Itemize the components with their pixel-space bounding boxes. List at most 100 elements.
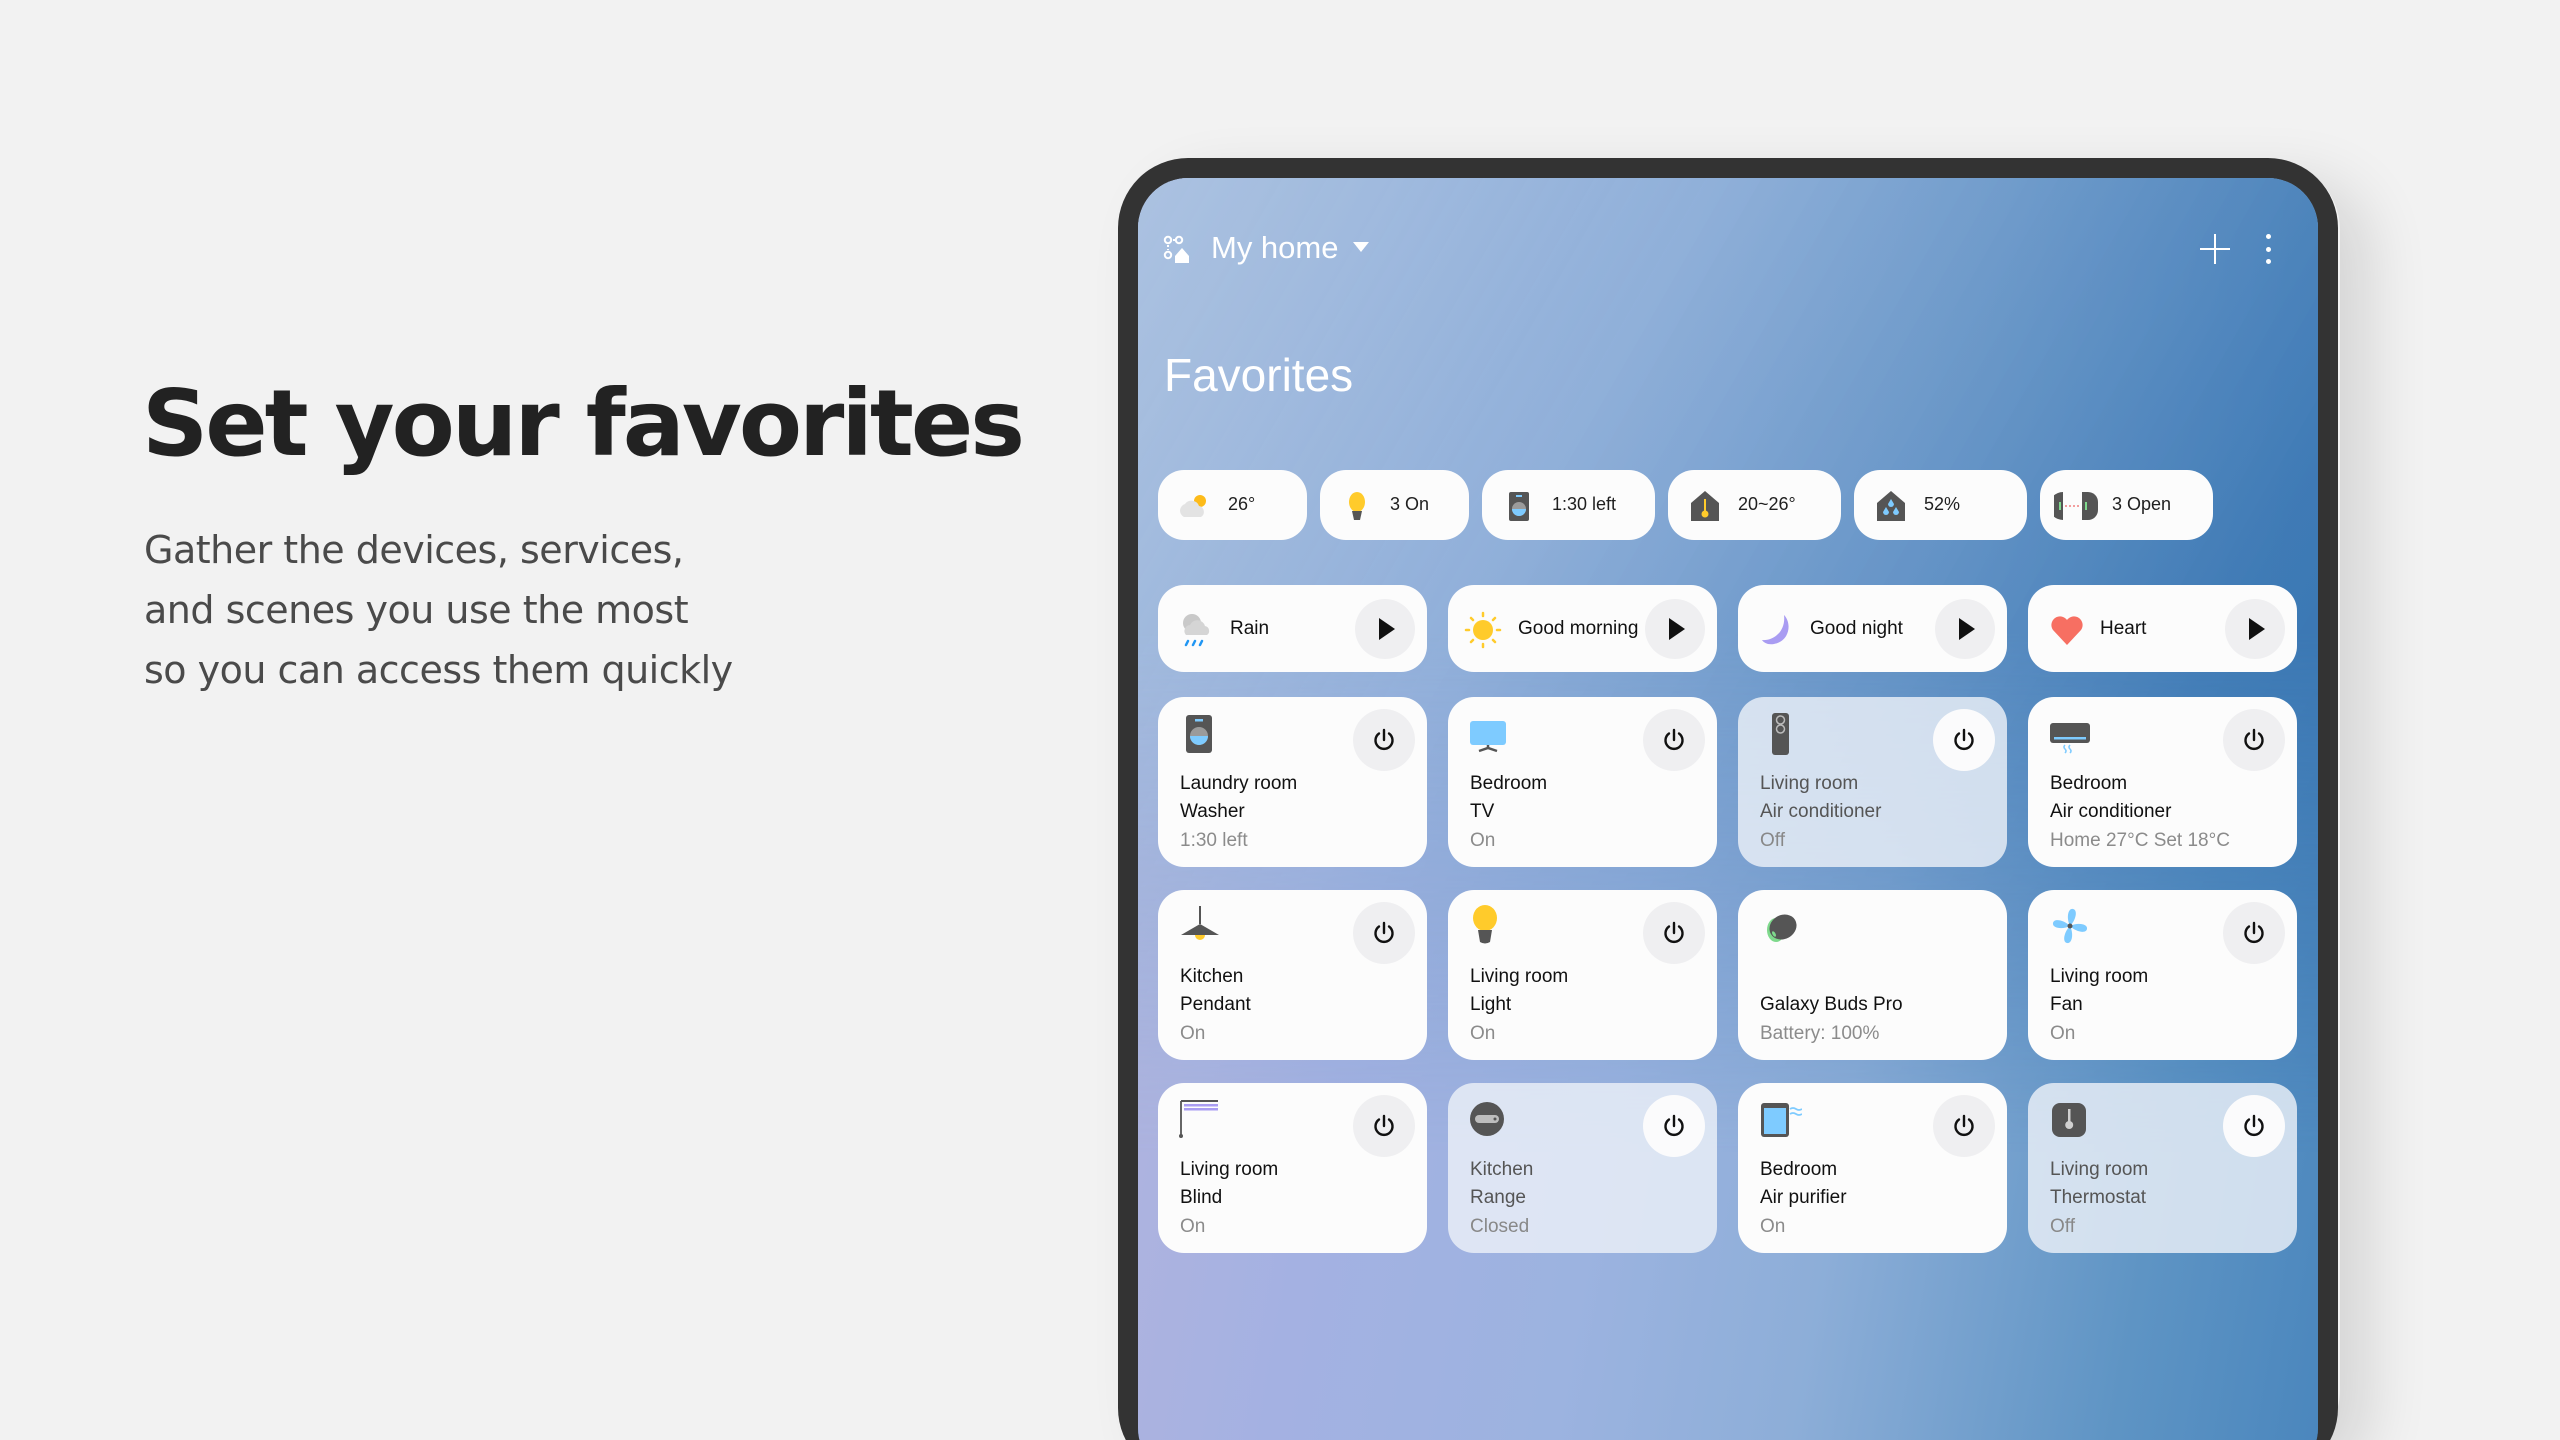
device-card-living-light[interactable]: Living room Light On bbox=[1448, 890, 1717, 1060]
floor-air-conditioner-icon bbox=[1772, 713, 1789, 755]
device-name: Pendant bbox=[1180, 994, 1251, 1015]
thermostat-icon bbox=[2052, 1103, 2086, 1137]
device-card-bedroom-tv[interactable]: Bedroom TV On bbox=[1448, 697, 1717, 867]
power-button[interactable] bbox=[1353, 902, 1415, 964]
device-room: Bedroom bbox=[1760, 1159, 1838, 1180]
power-icon bbox=[1374, 921, 1394, 944]
play-icon[interactable] bbox=[1935, 599, 1995, 659]
device-room: Living room bbox=[2050, 966, 2149, 987]
device-name: Light bbox=[1470, 994, 1512, 1015]
power-button[interactable] bbox=[1933, 709, 1995, 771]
status-chip-washer[interactable]: 1:30 left bbox=[1482, 470, 1655, 540]
power-icon bbox=[1954, 1114, 1974, 1137]
power-button[interactable] bbox=[1353, 1095, 1415, 1157]
power-icon bbox=[1374, 728, 1394, 751]
power-icon bbox=[1664, 728, 1684, 751]
heart-icon bbox=[2051, 616, 2083, 645]
promo-subtitle-line: and scenes you use the most bbox=[144, 588, 689, 632]
status-chip-temperature[interactable]: 20~26° bbox=[1668, 470, 1841, 540]
device-card-kitchen-pendant[interactable]: Kitchen Pendant On bbox=[1158, 890, 1427, 1060]
device-room: Living room bbox=[1180, 1159, 1279, 1180]
range-icon bbox=[1470, 1102, 1504, 1136]
device-card-laundry-washer[interactable]: Laundry room Washer 1:30 left bbox=[1158, 697, 1427, 867]
device-room: Bedroom bbox=[2050, 773, 2128, 794]
device-status: Home 27°C Set 18°C bbox=[2050, 830, 2230, 851]
device-card-bedroom-air-conditioner[interactable]: Bedroom Air conditioner Home 27°C Set 18… bbox=[2028, 697, 2297, 867]
power-icon bbox=[2244, 728, 2264, 751]
status-chip-humidity[interactable]: 52% bbox=[1854, 470, 2027, 540]
device-card-living-fan[interactable]: Living room Fan On bbox=[2028, 890, 2297, 1060]
device-status: On bbox=[1470, 1023, 1496, 1044]
device-name: Range bbox=[1470, 1187, 1526, 1208]
status-chip-label: 3 On bbox=[1390, 494, 1430, 514]
device-name: Air purifier bbox=[1760, 1187, 1847, 1208]
device-name: Air conditioner bbox=[1760, 801, 1882, 822]
device-status: On bbox=[1180, 1023, 1206, 1044]
power-icon bbox=[2244, 921, 2264, 944]
power-icon bbox=[1664, 1114, 1684, 1137]
home-humidity-icon bbox=[1877, 491, 1905, 521]
app-header: My home bbox=[1138, 178, 2318, 318]
scene-card-rain[interactable]: Rain bbox=[1158, 585, 1427, 672]
play-icon[interactable] bbox=[1645, 599, 1705, 659]
fan-icon bbox=[2052, 908, 2088, 944]
power-button[interactable] bbox=[1643, 1095, 1705, 1157]
scene-card-heart[interactable]: Heart bbox=[2028, 585, 2297, 672]
device-card-galaxy-buds[interactable]: Galaxy Buds Pro Battery: 100% bbox=[1738, 890, 2007, 1060]
power-button[interactable] bbox=[1643, 709, 1705, 771]
sun-icon bbox=[1464, 611, 1502, 649]
washer-icon bbox=[1509, 492, 1529, 521]
washer-icon bbox=[1186, 715, 1212, 753]
device-card-living-air-conditioner[interactable]: Living room Air conditioner Off bbox=[1738, 697, 2007, 867]
device-room: Kitchen bbox=[1180, 966, 1244, 987]
tablet-frame: My home Favorites 26° 3 On 1:30 left 20~… bbox=[1118, 158, 2338, 1440]
home-selector[interactable]: My home bbox=[1211, 230, 1338, 266]
plus-icon[interactable] bbox=[2198, 232, 2232, 266]
chevron-down-icon[interactable] bbox=[1353, 242, 1369, 252]
earbuds-icon bbox=[1767, 914, 1797, 942]
power-button[interactable] bbox=[2223, 902, 2285, 964]
status-chip-weather[interactable]: 26° bbox=[1158, 470, 1307, 540]
power-icon bbox=[1664, 921, 1684, 944]
lightbulb-icon bbox=[1349, 492, 1365, 520]
play-icon[interactable] bbox=[1355, 599, 1415, 659]
scene-label: Good night bbox=[1810, 618, 1903, 639]
device-card-living-blind[interactable]: Living room Blind On bbox=[1158, 1083, 1427, 1253]
power-button[interactable] bbox=[2223, 1095, 2285, 1157]
power-button[interactable] bbox=[2223, 709, 2285, 771]
play-icon[interactable] bbox=[2225, 599, 2285, 659]
promo-subtitle-line: so you can access them quickly bbox=[144, 648, 733, 692]
power-button[interactable] bbox=[1933, 1095, 1995, 1157]
device-name: Thermostat bbox=[2050, 1187, 2147, 1208]
scene-label: Good morning bbox=[1518, 618, 1639, 639]
device-room: Living room bbox=[1760, 773, 1859, 794]
more-vertical-icon[interactable] bbox=[2264, 234, 2272, 264]
power-button[interactable] bbox=[1353, 709, 1415, 771]
device-room: Kitchen bbox=[1470, 1159, 1534, 1180]
scene-card-good-morning[interactable]: Good morning bbox=[1448, 585, 1717, 672]
device-room: Living room bbox=[2050, 1159, 2149, 1180]
device-card-living-thermostat[interactable]: Living room Thermostat Off bbox=[2028, 1083, 2297, 1253]
device-name: Fan bbox=[2050, 994, 2083, 1015]
device-name: Air conditioner bbox=[2050, 801, 2172, 822]
blind-icon bbox=[1179, 1100, 1218, 1138]
status-chip-lights[interactable]: 3 On bbox=[1320, 470, 1469, 540]
power-icon bbox=[1374, 1114, 1394, 1137]
status-chip-doors[interactable]: 3 Open bbox=[2040, 470, 2213, 540]
power-button[interactable] bbox=[1643, 902, 1705, 964]
scene-card-good-night[interactable]: Good night bbox=[1738, 585, 2007, 672]
device-name: Galaxy Buds Pro bbox=[1760, 994, 1903, 1015]
pendant-lamp-icon bbox=[1181, 906, 1219, 940]
device-status: On bbox=[1760, 1216, 1786, 1237]
home-thermometer-icon bbox=[1691, 491, 1719, 521]
promo-subtitle: Gather the devices, services, and scenes… bbox=[144, 520, 733, 700]
device-status: On bbox=[1180, 1216, 1206, 1237]
weather-partly-cloudy-icon bbox=[1180, 495, 1206, 517]
power-icon bbox=[2244, 1114, 2264, 1137]
door-sensor-icon bbox=[2054, 492, 2098, 520]
home-qr-icon[interactable] bbox=[1162, 234, 1192, 264]
device-card-bedroom-air-purifier[interactable]: Bedroom Air purifier On bbox=[1738, 1083, 2007, 1253]
device-card-kitchen-range[interactable]: Kitchen Range Closed bbox=[1448, 1083, 1717, 1253]
status-chip-label: 26° bbox=[1228, 494, 1256, 514]
status-chip-label: 52% bbox=[1924, 494, 1961, 514]
